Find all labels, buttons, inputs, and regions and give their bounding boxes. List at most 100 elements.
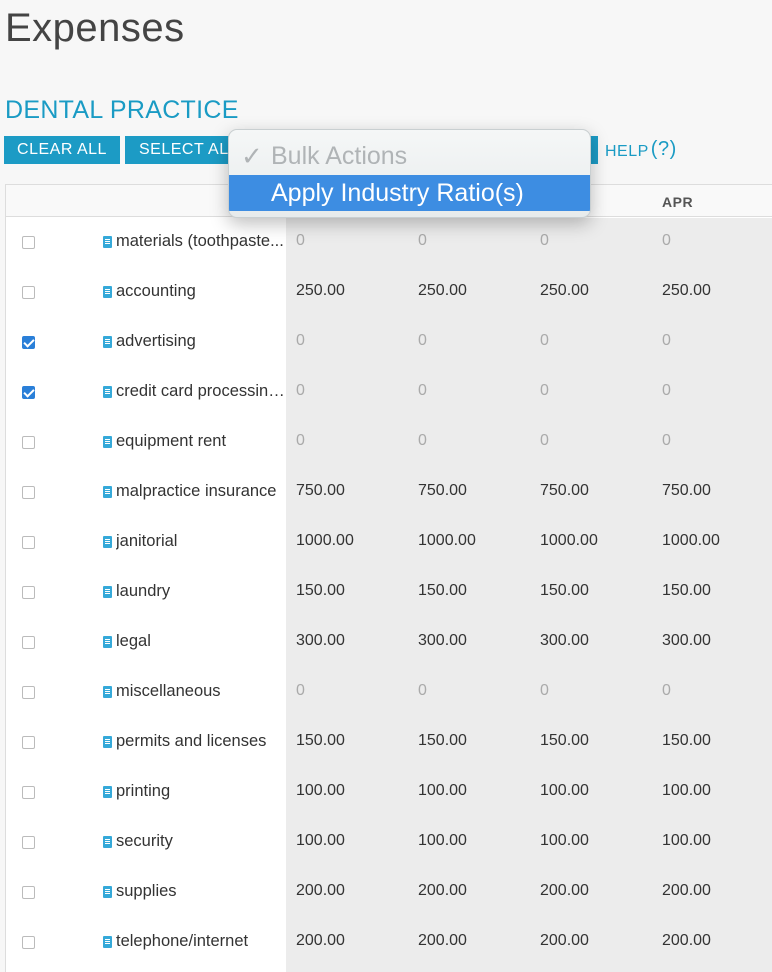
value-cell[interactable]: 750.00 [540,482,589,500]
value-cell[interactable]: 0 [296,432,305,450]
value-cell[interactable]: 750.00 [662,482,711,500]
value-cell[interactable]: 200.00 [418,882,467,900]
value-cell[interactable]: 200.00 [540,882,589,900]
value-cell[interactable]: 0 [418,682,427,700]
value-cell[interactable]: 150.00 [296,732,345,750]
document-icon[interactable] [103,686,112,698]
help-label: HELP [605,143,649,160]
value-cell[interactable]: 200.00 [418,932,467,950]
value-cell[interactable]: 300.00 [540,632,589,650]
value-cell[interactable]: 150.00 [296,582,345,600]
dropdown-option-bulk-actions[interactable]: ✓ Bulk Actions [229,138,590,174]
row-checkbox[interactable] [22,236,35,249]
value-cell[interactable]: 100.00 [296,782,345,800]
value-cell[interactable]: 200.00 [296,882,345,900]
value-cell[interactable]: 0 [540,432,549,450]
value-cell[interactable]: 250.00 [418,282,467,300]
row-checkbox[interactable] [22,786,35,799]
value-cell[interactable]: 1000.00 [662,532,720,550]
value-cell[interactable]: 150.00 [540,582,589,600]
document-icon[interactable] [103,286,112,298]
row-checkbox[interactable] [22,386,35,399]
row-checkbox[interactable] [22,636,35,649]
value-cell[interactable]: 150.00 [540,732,589,750]
table-row: legal 300.00 300.00 300.00 300.00 [6,619,772,669]
help-link[interactable]: HELP (?) [605,138,677,162]
value-cell[interactable]: 0 [418,232,427,250]
clear-all-button[interactable]: CLEAR ALL [4,136,120,164]
document-icon[interactable] [103,436,112,448]
value-cell[interactable]: 1000.00 [296,532,354,550]
value-cell[interactable]: 200.00 [540,932,589,950]
value-cell[interactable]: 0 [540,232,549,250]
document-icon[interactable] [103,786,112,798]
value-cell[interactable]: 300.00 [418,632,467,650]
document-icon[interactable] [103,336,112,348]
value-cell[interactable]: 750.00 [296,482,345,500]
value-cell[interactable]: 1000.00 [540,532,598,550]
value-cell[interactable]: 200.00 [662,882,711,900]
value-cell[interactable]: 0 [540,682,549,700]
row-checkbox[interactable] [22,436,35,449]
value-cell[interactable]: 750.00 [418,482,467,500]
value-cell[interactable]: 0 [296,682,305,700]
value-cell[interactable]: 0 [662,332,671,350]
row-label: malpractice insurance [116,482,277,500]
value-cell[interactable]: 0 [418,332,427,350]
value-cell[interactable]: 300.00 [296,632,345,650]
bulk-actions-dropdown[interactable]: ✓ Bulk Actions Apply Industry Ratio(s) [228,129,591,218]
value-cell[interactable]: 100.00 [662,782,711,800]
row-checkbox[interactable] [22,486,35,499]
value-cell[interactable]: 0 [296,232,305,250]
row-checkbox[interactable] [22,936,35,949]
row-checkbox[interactable] [22,886,35,899]
value-cell[interactable]: 100.00 [540,832,589,850]
value-cell[interactable]: 250.00 [540,282,589,300]
value-cell[interactable]: 100.00 [418,832,467,850]
value-cell[interactable]: 150.00 [418,582,467,600]
value-cell[interactable]: 300.00 [662,632,711,650]
document-icon[interactable] [103,736,112,748]
document-icon[interactable] [103,936,112,948]
document-icon[interactable] [103,236,112,248]
select-all-button[interactable]: SELECT ALL [125,136,230,164]
document-icon[interactable] [103,636,112,648]
row-checkbox[interactable] [22,586,35,599]
value-cell[interactable]: 0 [418,432,427,450]
document-icon[interactable] [103,386,112,398]
value-cell[interactable]: 0 [662,382,671,400]
row-checkbox[interactable] [22,686,35,699]
value-cell[interactable]: 100.00 [296,832,345,850]
value-cell[interactable]: 200.00 [662,932,711,950]
row-checkbox[interactable] [22,536,35,549]
value-cell[interactable]: 1000.00 [418,532,476,550]
value-cell[interactable]: 150.00 [662,582,711,600]
value-cell[interactable]: 0 [662,232,671,250]
value-cell[interactable]: 200.00 [296,932,345,950]
row-checkbox[interactable] [22,336,35,349]
value-cell[interactable]: 0 [418,382,427,400]
expenses-table: APR materials (toothpaste... 0 0 0 0 accounti… [5,184,772,972]
value-cell[interactable]: 250.00 [662,282,711,300]
document-icon[interactable] [103,486,112,498]
value-cell[interactable]: 150.00 [418,732,467,750]
dropdown-option-apply-industry-ratio[interactable]: Apply Industry Ratio(s) [229,175,590,211]
document-icon[interactable] [103,536,112,548]
value-cell[interactable]: 0 [296,382,305,400]
value-cell[interactable]: 100.00 [418,782,467,800]
document-icon[interactable] [103,836,112,848]
value-cell[interactable]: 100.00 [540,782,589,800]
value-cell[interactable]: 0 [540,382,549,400]
row-checkbox[interactable] [22,836,35,849]
row-checkbox[interactable] [22,286,35,299]
value-cell[interactable]: 0 [540,332,549,350]
value-cell[interactable]: 0 [296,332,305,350]
document-icon[interactable] [103,886,112,898]
row-checkbox[interactable] [22,736,35,749]
value-cell[interactable]: 0 [662,432,671,450]
value-cell[interactable]: 150.00 [662,732,711,750]
document-icon[interactable] [103,586,112,598]
value-cell[interactable]: 0 [662,682,671,700]
value-cell[interactable]: 250.00 [296,282,345,300]
value-cell[interactable]: 100.00 [662,832,711,850]
